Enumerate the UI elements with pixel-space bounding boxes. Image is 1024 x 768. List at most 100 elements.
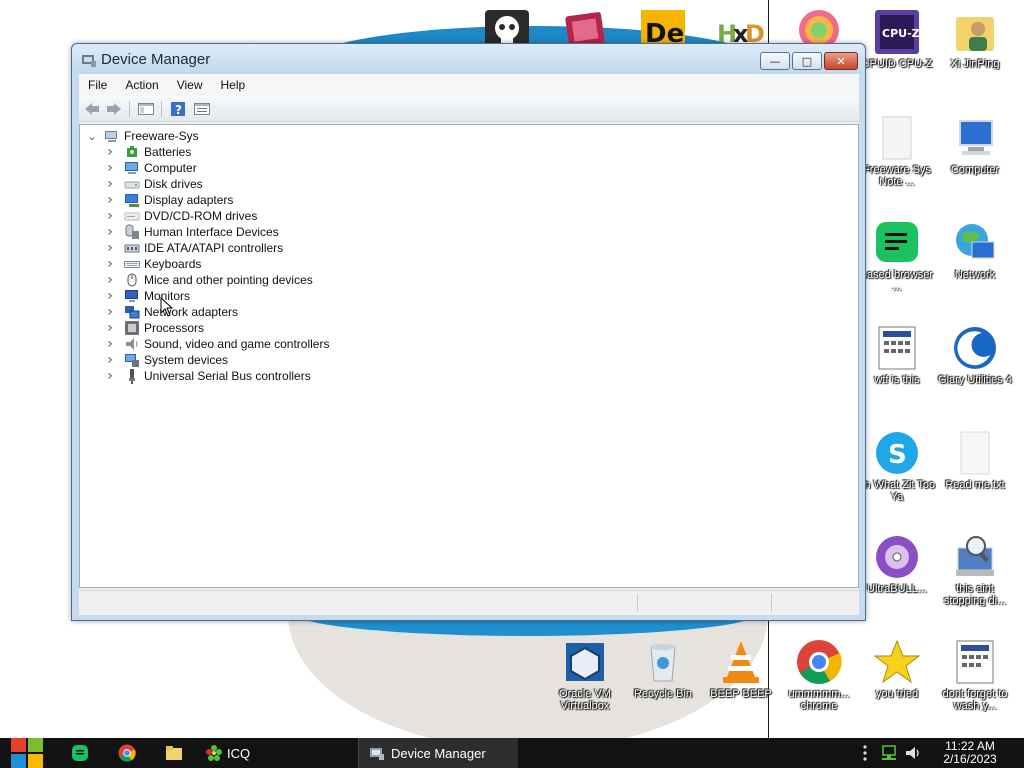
taskbar-clock[interactable]: 11:22 AM 2/16/2023 [935, 740, 1005, 766]
chevron-down-icon[interactable]: ⌄ [86, 130, 98, 143]
tree-item-monitors[interactable]: › Monitors [104, 288, 190, 304]
status-bar [79, 590, 859, 614]
chevron-right-icon[interactable]: › [104, 368, 116, 384]
svg-text:CPU-Z: CPU-Z [882, 27, 920, 40]
properties-icon[interactable] [193, 101, 211, 117]
desktop-icon-wash[interactable]: dont forget to wash y... [936, 638, 1014, 712]
desktop-icon-virtualbox[interactable]: Oracle VM Virtualbox [546, 638, 624, 712]
tree-item-ide-ata-atapi-controllers[interactable]: › IDE ATA/ATAPI controllers [104, 240, 283, 256]
glary-utilities-icon [951, 324, 999, 372]
chevron-right-icon[interactable]: › [104, 304, 116, 320]
desktop-icon-label: UltraBULL... [867, 583, 927, 595]
chevron-right-icon[interactable]: › [104, 272, 116, 288]
chevron-right-icon[interactable]: › [104, 352, 116, 368]
desktop-icon-recycle-bin[interactable]: Recycle Bin [624, 638, 702, 700]
start-button[interactable] [10, 738, 44, 768]
tree-item-batteries[interactable]: › Batteries [104, 144, 191, 160]
taskbar-device-manager-label: Device Manager [391, 745, 486, 761]
desktop-icon-label: BEEP BEEP [710, 688, 772, 700]
back-arrow-icon[interactable] [83, 101, 101, 117]
desktop-icon-vlc[interactable]: BEEP BEEP [702, 638, 780, 700]
folder-icon [166, 746, 182, 760]
user-folder-icon [951, 8, 999, 56]
chevron-right-icon[interactable]: › [104, 256, 116, 272]
tree-item-label: Processors [144, 321, 205, 335]
tree-item-label: Network adapters [144, 305, 239, 319]
desktop-icon-skype[interactable]: S sh What Zit Too Ya [858, 429, 936, 503]
chevron-right-icon[interactable]: › [104, 208, 116, 224]
desktop-icon-wtf[interactable]: wtf is this [858, 324, 936, 386]
minimize-button[interactable]: — [760, 52, 790, 70]
menu-help[interactable]: Help [212, 78, 255, 92]
desktop-icon-you-tried[interactable]: you tried [858, 638, 936, 700]
mouse-icon [124, 272, 140, 288]
desktop-icon-freeware-note[interactable]: Freeware Sys Note ... [858, 114, 936, 188]
taskbar-chat-app[interactable] [71, 738, 89, 768]
help-icon[interactable]: ? [169, 101, 187, 117]
desktop-icon-ultrabull[interactable]: UltraBULL... [858, 533, 936, 595]
desktop-icon-network[interactable]: Network [936, 219, 1014, 281]
tree-root[interactable]: ⌄ Freeware-Sys [86, 128, 198, 144]
network-adapter-icon [124, 304, 140, 320]
chevron-right-icon[interactable]: › [104, 144, 116, 160]
device-manager-window[interactable]: Device Manager — □ ✕ File Action View He… [71, 43, 866, 621]
chat-app-icon [873, 219, 921, 267]
dvd-drive-icon [124, 208, 140, 224]
chevron-right-icon[interactable]: › [104, 288, 116, 304]
tray-network[interactable] [880, 738, 898, 768]
show-hide-console-tree-icon[interactable] [137, 101, 155, 117]
desktop-icon-computer[interactable]: Computer [936, 114, 1014, 176]
title-bar[interactable]: Device Manager — □ ✕ [72, 44, 865, 74]
chevron-right-icon[interactable]: › [104, 320, 116, 336]
display-adapter-icon [124, 192, 140, 208]
taskbar-overflow-button[interactable] [861, 738, 869, 768]
chevron-right-icon[interactable]: › [104, 192, 116, 208]
icq-flower-icon [206, 745, 222, 761]
desktop-icon-xi[interactable]: Xi JinPing [936, 8, 1014, 70]
taskbar-device-manager[interactable]: Device Manager [358, 738, 518, 768]
close-button[interactable]: ✕ [824, 52, 858, 70]
chevron-right-icon[interactable]: › [104, 240, 116, 256]
menu-action[interactable]: Action [116, 78, 167, 92]
chevron-right-icon[interactable]: › [104, 224, 116, 240]
tree-item-mice-and-other-pointing-devices[interactable]: › Mice and other pointing devices [104, 272, 313, 288]
maximize-button[interactable]: □ [792, 52, 822, 70]
device-tree[interactable]: ⌄ Freeware-Sys › Batteries › Computer › Disk … [79, 124, 859, 588]
chevron-right-icon[interactable]: › [104, 176, 116, 192]
taskbar-chrome[interactable] [118, 738, 136, 768]
desktop-icon-readme[interactable]: Read me.txt [936, 429, 1014, 491]
desktop-icon-label: Glary Utilities 4 [938, 374, 1012, 386]
taskbar-icq[interactable]: ICQ [206, 738, 250, 768]
tree-item-system-devices[interactable]: › System devices [104, 352, 228, 368]
chevron-right-icon[interactable]: › [104, 336, 116, 352]
tray-volume[interactable] [905, 738, 921, 768]
tree-item-universal-serial-bus-controllers[interactable]: › Universal Serial Bus controllers [104, 368, 311, 384]
taskbar-file-explorer[interactable] [165, 738, 183, 768]
tree-item-label: Disk drives [144, 177, 203, 191]
usb-icon [124, 368, 140, 384]
tree-item-human-interface-devices[interactable]: › Human Interface Devices [104, 224, 279, 240]
maximize-icon: □ [801, 54, 813, 68]
tree-item-processors[interactable]: › Processors [104, 320, 204, 336]
tree-item-display-adapters[interactable]: › Display adapters [104, 192, 233, 208]
tree-item-disk-drives[interactable]: › Disk drives [104, 176, 203, 192]
network-tray-icon [882, 745, 896, 760]
menu-view[interactable]: View [168, 78, 212, 92]
tree-item-computer[interactable]: › Computer [104, 160, 197, 176]
tree-item-label: System devices [144, 353, 229, 367]
tree-item-dvd-cd-rom-drives[interactable]: › DVD/CD-ROM drives [104, 208, 257, 224]
desktop-icon-chrome[interactable]: ummmmm... chrome [780, 638, 858, 712]
menu-file[interactable]: File [79, 78, 116, 92]
desktop-icon-glary[interactable]: Glary Utilities 4 [936, 324, 1014, 386]
chevron-right-icon[interactable]: › [104, 160, 116, 176]
tree-item-sound-video-and-game-controllers[interactable]: › Sound, video and game controllers [104, 336, 329, 352]
desktop-icon-cpuz[interactable]: CPU-Z CPUID CPU-Z [858, 8, 936, 70]
forward-arrow-icon[interactable] [105, 101, 123, 117]
desktop-icon-label: Computer [950, 164, 1000, 176]
desktop-icon-browser[interactable]: based browser ... [858, 219, 936, 293]
battery-icon [124, 144, 140, 160]
system-devices-icon [124, 352, 140, 368]
tree-item-keyboards[interactable]: › Keyboards [104, 256, 201, 272]
desktop-icon-stopping[interactable]: this aint stopping di... [936, 533, 1014, 607]
cpu-z-icon: CPU-Z [873, 8, 921, 56]
